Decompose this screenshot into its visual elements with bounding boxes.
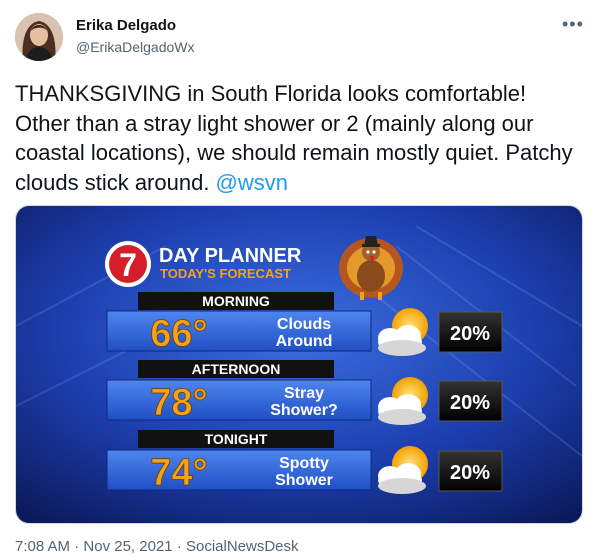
condition-line1: Spotty xyxy=(279,455,329,472)
condition-line1: Stray xyxy=(284,385,324,402)
tweet-date[interactable]: Nov 25, 2021 xyxy=(83,538,172,555)
precip-chance: 20% xyxy=(450,323,490,345)
tweet-body: THANKSGIVING in South Florida looks comf… xyxy=(15,81,573,195)
tweet-media[interactable]: 7 DAY PLANNER TODAY'S FORECAST MORNING 6… xyxy=(15,205,583,524)
author-handle[interactable]: @ErikaDelgadoWx xyxy=(76,39,194,55)
tweet-card: Erika Delgado @ErikaDelgadoWx ••• THANKS… xyxy=(0,0,611,558)
tweet-source[interactable]: SocialNewsDesk xyxy=(186,538,299,555)
temperature: 66° xyxy=(150,313,207,355)
logo-number: 7 xyxy=(119,247,137,283)
author-name[interactable]: Erika Delgado xyxy=(76,17,176,34)
tweet-time[interactable]: 7:08 AM xyxy=(15,538,70,555)
temperature: 74° xyxy=(150,452,207,494)
tweet-text: THANKSGIVING in South Florida looks comf… xyxy=(15,79,585,197)
graphic-subtitle: TODAY'S FORECAST xyxy=(160,266,291,281)
meta-separator: · xyxy=(176,538,182,555)
period-label: TONIGHT xyxy=(205,431,268,447)
avatar[interactable] xyxy=(15,13,63,61)
condition-line2: Around xyxy=(276,333,333,350)
temperature: 78° xyxy=(150,382,207,424)
precip-chance: 20% xyxy=(450,392,490,414)
station-logo: 7 xyxy=(105,241,151,287)
period-label: AFTERNOON xyxy=(192,361,281,377)
mention-link[interactable]: @wsvn xyxy=(216,170,288,195)
graphic-title: DAY PLANNER xyxy=(159,245,302,267)
more-horizontal-icon[interactable]: ••• xyxy=(562,14,584,35)
condition-line2: Shower xyxy=(275,472,333,489)
condition-line1: Clouds xyxy=(277,316,331,333)
period-label: MORNING xyxy=(202,293,270,309)
precip-chance: 20% xyxy=(450,462,490,484)
tweet-metadata: 7:08 AM · Nov 25, 2021 · SocialNewsDesk xyxy=(15,538,299,555)
condition-line2: Shower? xyxy=(270,402,338,419)
meta-separator: · xyxy=(74,538,80,555)
